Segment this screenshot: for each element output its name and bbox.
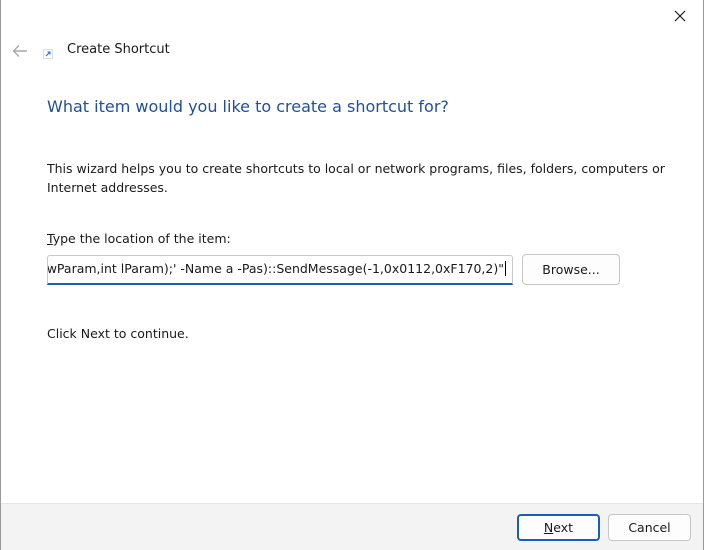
shortcut-icon [43,49,53,59]
cancel-button[interactable]: Cancel [608,514,691,541]
back-button[interactable] [7,38,33,64]
next-accelerator: N [543,520,554,535]
location-input[interactable]: ıt wParam,int lParam);' -Name a -Pas)::S… [47,255,513,285]
page-heading: What item would you like to create a sho… [47,97,449,116]
back-arrow-icon [12,45,27,57]
next-button[interactable]: Next [517,514,600,541]
location-label-text: ype the location of the item: [52,231,231,246]
location-label: Type the location of the item: [47,231,231,246]
create-shortcut-dialog: Create Shortcut What item would you like… [0,0,704,550]
next-label: ext [553,520,574,535]
close-icon [674,10,686,22]
continue-instruction: Click Next to continue. [47,326,189,341]
text-caret [505,261,506,276]
window-title: Create Shortcut [67,42,170,57]
location-input-text: ıt wParam,int lParam);' -Name a -Pas)::S… [47,261,504,276]
dialog-footer: Next Cancel [1,503,703,550]
wizard-description: This wizard helps you to create shortcut… [47,161,665,195]
close-button[interactable] [657,0,703,32]
location-input-value: ıt wParam,int lParam);' -Name a -Pas)::S… [47,261,506,276]
browse-button[interactable]: Browse... [522,254,620,285]
